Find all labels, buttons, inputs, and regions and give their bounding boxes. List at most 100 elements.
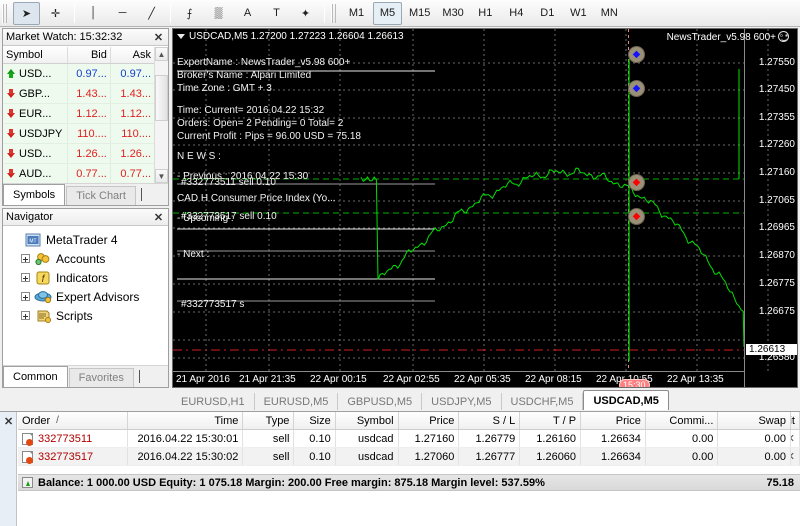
chart-tab-eurusd-h1[interactable]: EURUSD,H1 — [172, 393, 255, 410]
fibonacci-fan-tool[interactable]: ▒ — [205, 2, 232, 25]
column-header-symbol[interactable]: Symbol — [336, 412, 399, 429]
expand-icon[interactable] — [17, 311, 34, 320]
order-marker-blue[interactable] — [628, 46, 645, 63]
order-stoploss: 1.26779 — [459, 430, 521, 447]
vertical-line-tool[interactable]: │ — [80, 2, 107, 25]
column-header-profit[interactable]: Profit — [791, 412, 800, 429]
order-row[interactable]: 332773511 2016.04.22 15:30:01 sell 0.10 usdc… — [18, 430, 800, 448]
trendline-tool[interactable]: ╱ — [138, 2, 165, 25]
scroll-up-icon[interactable]: ▲ — [155, 47, 168, 61]
timeframe-button-m15[interactable]: M15 — [404, 2, 435, 25]
column-header-stoploss[interactable]: S / L — [459, 412, 521, 429]
timeframe-button-d1[interactable]: D1 — [533, 2, 562, 25]
market-watch-row[interactable]: USD... 0.97... 0.97... — [3, 64, 154, 84]
time-tick-label: 22 Apr 08:15 — [525, 374, 582, 385]
close-order-icon[interactable]: ✕ — [791, 432, 795, 445]
tab-common[interactable]: Common — [3, 366, 68, 387]
chart-tab-usdchf-m5[interactable]: USDCHF,M5 — [502, 393, 584, 410]
order-marker-red[interactable] — [628, 174, 645, 191]
column-header-size[interactable]: Size — [294, 412, 336, 429]
close-icon[interactable]: ✕ — [4, 415, 13, 428]
column-header-time[interactable]: Time — [128, 412, 244, 429]
column-header-current-price[interactable]: Price — [581, 412, 646, 429]
timeframe-button-h4[interactable]: H4 — [502, 2, 531, 25]
column-header-bid[interactable]: Bid — [68, 47, 111, 63]
close-icon[interactable]: ✕ — [152, 31, 165, 44]
expand-icon[interactable] — [17, 292, 34, 301]
timeframe-button-mn[interactable]: MN — [595, 2, 624, 25]
arrow-up-icon — [6, 68, 15, 79]
horizontal-line-tool[interactable]: ─ — [109, 2, 136, 25]
price-scale[interactable]: 1.27550 1.27450 1.27355 1.27260 1.27160 1.270… — [744, 29, 797, 387]
chevron-down-icon[interactable] — [177, 33, 185, 39]
tab-favorites[interactable]: Favorites — [68, 368, 134, 387]
column-header-type[interactable]: Type — [243, 412, 295, 429]
market-watch-grid: Symbol Bid Ask USD... 0.97... 0.97... GBP..… — [3, 47, 154, 183]
text-label-tool[interactable]: T — [263, 2, 290, 25]
navigator-item-indicators[interactable]: f Indicators — [7, 268, 168, 287]
chart-tab-eurusd-m5[interactable]: EURUSD,M5 — [255, 393, 339, 410]
column-header-swap[interactable]: Swap — [718, 412, 791, 429]
expand-icon[interactable] — [17, 254, 34, 263]
navigator-item-accounts[interactable]: Accounts — [7, 249, 168, 268]
timeframe-button-h1[interactable]: H1 — [471, 2, 500, 25]
timeframe-button-m5[interactable]: M5 — [373, 1, 402, 25]
market-watch-header-row: Symbol Bid Ask — [3, 47, 154, 64]
close-icon[interactable]: ✕ — [152, 211, 165, 224]
time-scale[interactable]: 21 Apr 2016 21 Apr 21:35 22 Apr 00:15 22 Ap… — [173, 371, 744, 387]
scrollbar-thumb[interactable] — [155, 75, 168, 121]
bid-cell: 0.97... — [68, 64, 111, 83]
smiley-icon — [778, 31, 789, 42]
fibonacci-tool[interactable]: ⨍ — [176, 2, 203, 25]
objects-list-tool[interactable]: ✦ — [292, 2, 319, 25]
tab-tick-chart[interactable]: Tick Chart — [66, 186, 136, 205]
expert-advisor-name: NewsTrader_v5.98 600+ — [666, 32, 776, 43]
current-price-label: 1.26613 — [746, 344, 797, 355]
time-tick-label: 22 Apr 00:15 — [310, 374, 367, 385]
market-watch-row[interactable]: AUD... 0.77... 0.77... — [3, 164, 154, 183]
arrow-down-icon — [6, 108, 15, 119]
toolbar-grip-timeframes[interactable] — [331, 3, 338, 23]
market-watch-row[interactable]: EUR... 1.12... 1.12... — [3, 104, 154, 124]
market-watch-scrollbar[interactable]: ▲ ▼ — [154, 47, 168, 183]
order-id: 332773511 — [38, 432, 93, 445]
order-commission: 0.00 — [646, 430, 719, 447]
crosshair-tool[interactable]: ✛ — [42, 2, 69, 25]
column-header-order[interactable]: Order / — [18, 412, 128, 429]
close-order-icon[interactable]: ✕ — [791, 450, 795, 463]
order-icon — [22, 432, 33, 446]
cursor-tool[interactable]: ➤ — [13, 1, 40, 25]
navigator-item-metatrader-4[interactable]: MT MetaTrader 4 — [7, 230, 168, 249]
timeframe-button-w1[interactable]: W1 — [564, 2, 593, 25]
market-watch-row[interactable]: USD... 1.26... 1.26... — [3, 144, 154, 164]
order-row[interactable]: 332773517 2016.04.22 15:30:02 sell 0.10 usdc… — [18, 448, 800, 466]
order-marker-red[interactable] — [628, 208, 645, 225]
timeframe-button-m1[interactable]: M1 — [342, 2, 371, 25]
text-tool[interactable]: A — [234, 2, 261, 25]
ask-cell: 0.97... — [120, 67, 151, 80]
scroll-down-icon[interactable]: ▼ — [155, 169, 168, 183]
market-watch-row[interactable]: USDJPY 110.... 110.... — [3, 124, 154, 144]
toolbar-grip-tools[interactable] — [2, 3, 9, 23]
column-header-takeprofit[interactable]: T / P — [520, 412, 582, 429]
market-watch-row[interactable]: GBP... 1.43... 1.43... — [3, 84, 154, 104]
order-marker-blue[interactable] — [628, 80, 645, 97]
indicators-icon: f — [34, 270, 52, 285]
column-header-ask[interactable]: Ask — [111, 47, 154, 63]
column-header-symbol[interactable]: Symbol — [3, 47, 68, 63]
chart-tab-usdcad-m5[interactable]: USDCAD,M5 — [583, 390, 669, 410]
column-header-price[interactable]: Price — [399, 412, 460, 429]
expand-icon[interactable] — [17, 273, 34, 282]
price-chart[interactable]: USDCAD,M5 1.27200 1.27223 1.26604 1.2661… — [172, 28, 798, 388]
expert-advisor-label: NewsTrader_v5.98 600+ — [667, 31, 789, 43]
orders-table: Order / Time Type Size Symbol Price S / … — [18, 412, 800, 466]
timeframe-button-m30[interactable]: M30 — [437, 2, 468, 25]
column-header-commission[interactable]: Commi... — [646, 412, 719, 429]
price-tick-label: 1.26675 — [758, 306, 795, 317]
navigator-item-scripts[interactable]: Scripts — [7, 306, 168, 325]
chart-tab-usdjpy-m5[interactable]: USDJPY,M5 — [422, 393, 502, 410]
chart-tab-gbpusd-m5[interactable]: GBPUSD,M5 — [338, 393, 423, 410]
tab-symbols[interactable]: Symbols — [3, 184, 66, 205]
chart-tab-bar: EURUSD,H1 EURUSD,M5 GBPUSD,M5 USDJPY,M5 USDC… — [172, 389, 798, 410]
navigator-item-expert-advisors[interactable]: Expert Advisors — [7, 287, 168, 306]
